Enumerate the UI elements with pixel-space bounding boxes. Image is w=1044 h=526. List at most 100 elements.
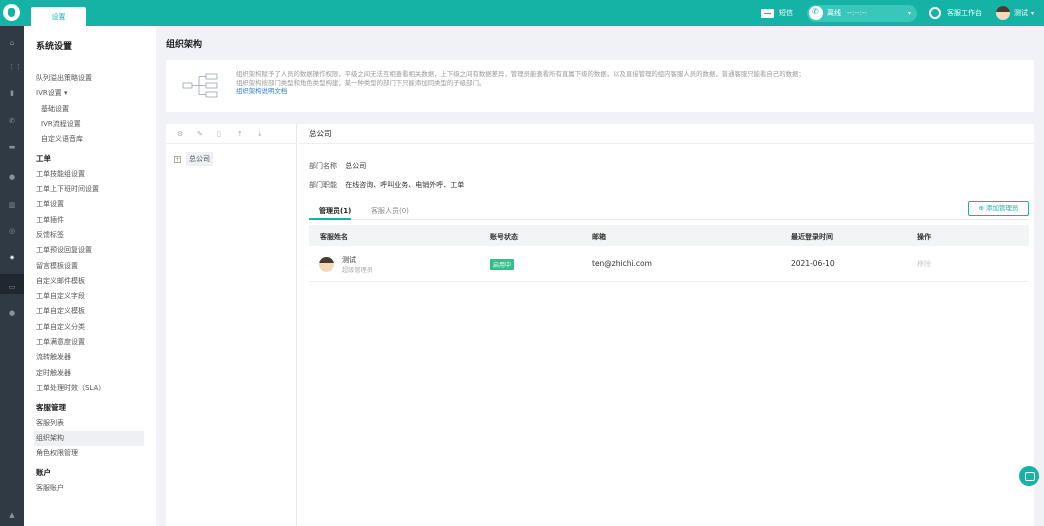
department-name-key: 部门名称	[309, 162, 337, 170]
col-email: 邮箱	[592, 233, 606, 241]
agent-role: 超级管理员	[342, 267, 373, 274]
info-banner: 组织架构赋予了人员的数据操作权限，平级之间无法互相查看相关数据，上下级之间有数据…	[166, 60, 1034, 112]
plus-circle-icon: ⊕	[978, 204, 984, 212]
avatar	[319, 257, 334, 272]
tree-toolbar: ⚙ ✎ ▯ ↑ ↓	[166, 124, 296, 144]
search-icon[interactable]: ◎	[8, 228, 16, 235]
remove-link[interactable]: 移除	[917, 259, 931, 269]
add-admin-button[interactable]: ⊕ 添加管理员	[968, 201, 1029, 216]
col-name: 客服姓名	[320, 233, 348, 241]
tab-underline	[309, 218, 351, 220]
sidebar-item[interactable]: 客服账户	[36, 481, 156, 496]
sidebar-item[interactable]: 角色权限管理	[36, 446, 156, 461]
tree-node-label: 总公司	[186, 152, 213, 166]
bell-icon[interactable]: ▲	[8, 512, 16, 519]
sidebar-item[interactable]: 工单自定义模板	[36, 304, 156, 319]
tab-admins[interactable]: 管理员(1)	[319, 206, 351, 216]
user-icon[interactable]: ●	[8, 174, 16, 181]
top-bar-actions: 短信 离线 --:--:-- ▾ 客服工作台 测试 ▾	[760, 0, 1044, 26]
sidebar-item[interactable]: 定时触发器	[36, 366, 156, 381]
sms-button[interactable]: 短信	[760, 8, 793, 18]
tree-node-root[interactable]: + 总公司	[174, 152, 213, 166]
sidebar-item[interactable]: 流转触发器	[36, 350, 156, 365]
tab-agents[interactable]: 客服人员(0)	[371, 206, 409, 216]
info-line-2: 组织架构按部门类型和角色类型构建，某一种类型的部门下只能添加同类型的子级部门。	[236, 78, 486, 87]
sidebar-item[interactable]: 工单满意度设置	[36, 335, 156, 350]
org-panel: ⚙ ✎ ▯ ↑ ↓ + 总公司 总公司 部门名称 总公司 部门职能 在线咨询、呼…	[166, 124, 1034, 526]
info-icon[interactable]: ●	[8, 310, 16, 317]
sidebar-item[interactable]: 工单处理时效（SLA）	[36, 381, 156, 396]
sidebar-item[interactable]: 工单自定义分类	[36, 320, 156, 335]
sidebar-section-heading: 工单	[36, 154, 51, 164]
department-name-value: 总公司	[345, 162, 367, 170]
phone-icon[interactable]: ✆	[8, 118, 16, 125]
sidebar-item[interactable]: 工单插件	[36, 213, 156, 228]
document-icon[interactable]: ▮	[8, 90, 16, 97]
sidebar-item[interactable]: 反馈标签	[36, 228, 156, 243]
edit-icon[interactable]: ✎	[197, 130, 217, 138]
home-icon[interactable]: ⌂	[8, 40, 16, 47]
sidebar-item[interactable]: 工单预设回复设置	[36, 243, 156, 258]
gear-icon[interactable]: ✷	[8, 255, 16, 262]
last-login: 2021-06-10	[791, 259, 835, 268]
sidebar-item[interactable]: 工单设置	[36, 197, 156, 212]
avatar	[995, 6, 1010, 20]
user-name: 测试	[1013, 9, 1028, 17]
sidebar-item[interactable]: IVR流程设置	[36, 117, 156, 132]
department-function-row: 部门职能 在线咨询、呼叫业务、电销外呼、工单	[309, 180, 464, 190]
delete-icon[interactable]: ▯	[217, 130, 237, 138]
agent-email: ten@zhichi.com	[592, 259, 652, 268]
sidebar-item[interactable]: 组织架构	[34, 430, 144, 447]
chart-icon[interactable]: ▥	[8, 202, 16, 209]
org-tree: ⚙ ✎ ▯ ↑ ↓ + 总公司	[166, 124, 297, 526]
org-doc-link[interactable]: 组织架构说明文档	[236, 87, 1026, 96]
refresh-icon	[928, 7, 941, 19]
top-bar: 设置 短信 离线 --:--:-- ▾ 客服工作台 测试 ▾	[0, 0, 1044, 26]
department-title: 总公司	[298, 124, 1034, 144]
sidebar-item[interactable]: 留言模板设置	[36, 259, 156, 274]
phone-icon	[808, 6, 823, 20]
department-name-row: 部门名称 总公司	[309, 161, 366, 171]
left-icon-nav: ⌂ ⋮⋮ ▮ ✆ ▬ ● ▥ ◎ ✷ ▭ ● ▲	[0, 26, 24, 526]
workbench-label: 客服工作台	[946, 9, 982, 17]
chat-icon[interactable]: ▭	[8, 284, 16, 291]
department-function-value: 在线咨询、呼叫业务、电销外呼、工单	[345, 181, 465, 189]
chevron-down-icon: ▾	[1030, 9, 1034, 17]
arrow-up-icon[interactable]: ↑	[237, 130, 257, 138]
sidebar-item[interactable]: 基础设置	[36, 102, 156, 117]
info-text: 组织架构赋予了人员的数据操作权限，平级之间无法互相查看相关数据，上下级之间有数据…	[236, 70, 1026, 96]
expand-icon[interactable]: +	[174, 155, 181, 163]
info-line-1: 组织架构赋予了人员的数据操作权限，平级之间无法互相查看相关数据，上下级之间有数据…	[236, 70, 805, 78]
agent-status-dropdown[interactable]: 离线 --:--:-- ▾	[806, 4, 917, 22]
sidebar-item[interactable]: IVR设置 ▾	[36, 86, 156, 101]
apps-icon[interactable]: ⋮⋮	[8, 64, 22, 71]
col-last-login: 最近登录时间	[791, 233, 833, 241]
agent-workbench-button[interactable]: 客服工作台	[928, 7, 982, 19]
sidebar-section-heading: 客服管理	[36, 403, 66, 413]
app-logo-icon[interactable]	[3, 4, 20, 21]
tab-settings[interactable]: 设置	[31, 7, 86, 26]
status-badge: 启用中	[490, 259, 515, 270]
sidebar-item[interactable]: 工单技能组设置	[36, 167, 156, 182]
department-function-key: 部门职能	[309, 181, 337, 189]
sidebar-menu: 队列溢出策略设置 IVR设置 ▾ 基础设置 IVR流程设置 自定义语音库工单工单技能组设…	[34, 65, 156, 496]
col-status: 账号状态	[490, 233, 518, 241]
sidebar-item[interactable]: 工单上下班时间设置	[36, 182, 156, 197]
chat-float-button[interactable]	[1019, 466, 1039, 486]
settings-icon[interactable]: ⚙	[177, 130, 197, 138]
sidebar-item[interactable]: 队列溢出策略设置	[36, 71, 156, 86]
message-icon[interactable]: ▬	[8, 144, 16, 151]
sidebar-item[interactable]: 自定义语音库	[36, 132, 156, 147]
member-tabs: 管理员(1) 客服人员(0)	[309, 202, 1029, 220]
org-chart-icon	[182, 73, 218, 98]
table-header: 客服姓名 账号状态 邮箱 最近登录时间 操作	[309, 225, 1029, 246]
arrow-down-icon[interactable]: ↓	[257, 130, 277, 138]
user-menu[interactable]: 测试 ▾	[995, 6, 1034, 20]
sidebar-section-heading: 账户	[36, 468, 51, 478]
sidebar-item[interactable]: 自定义邮件模板	[36, 274, 156, 289]
sidebar-item[interactable]: 工单自定义字段	[36, 289, 156, 304]
sms-icon	[760, 8, 774, 18]
sidebar-item[interactable]: 客服列表	[36, 416, 156, 431]
admin-table: 客服姓名 账号状态 邮箱 最近登录时间 操作 测试 超级管理员 启用中 ten@…	[309, 225, 1029, 282]
sms-label: 短信	[778, 9, 793, 17]
